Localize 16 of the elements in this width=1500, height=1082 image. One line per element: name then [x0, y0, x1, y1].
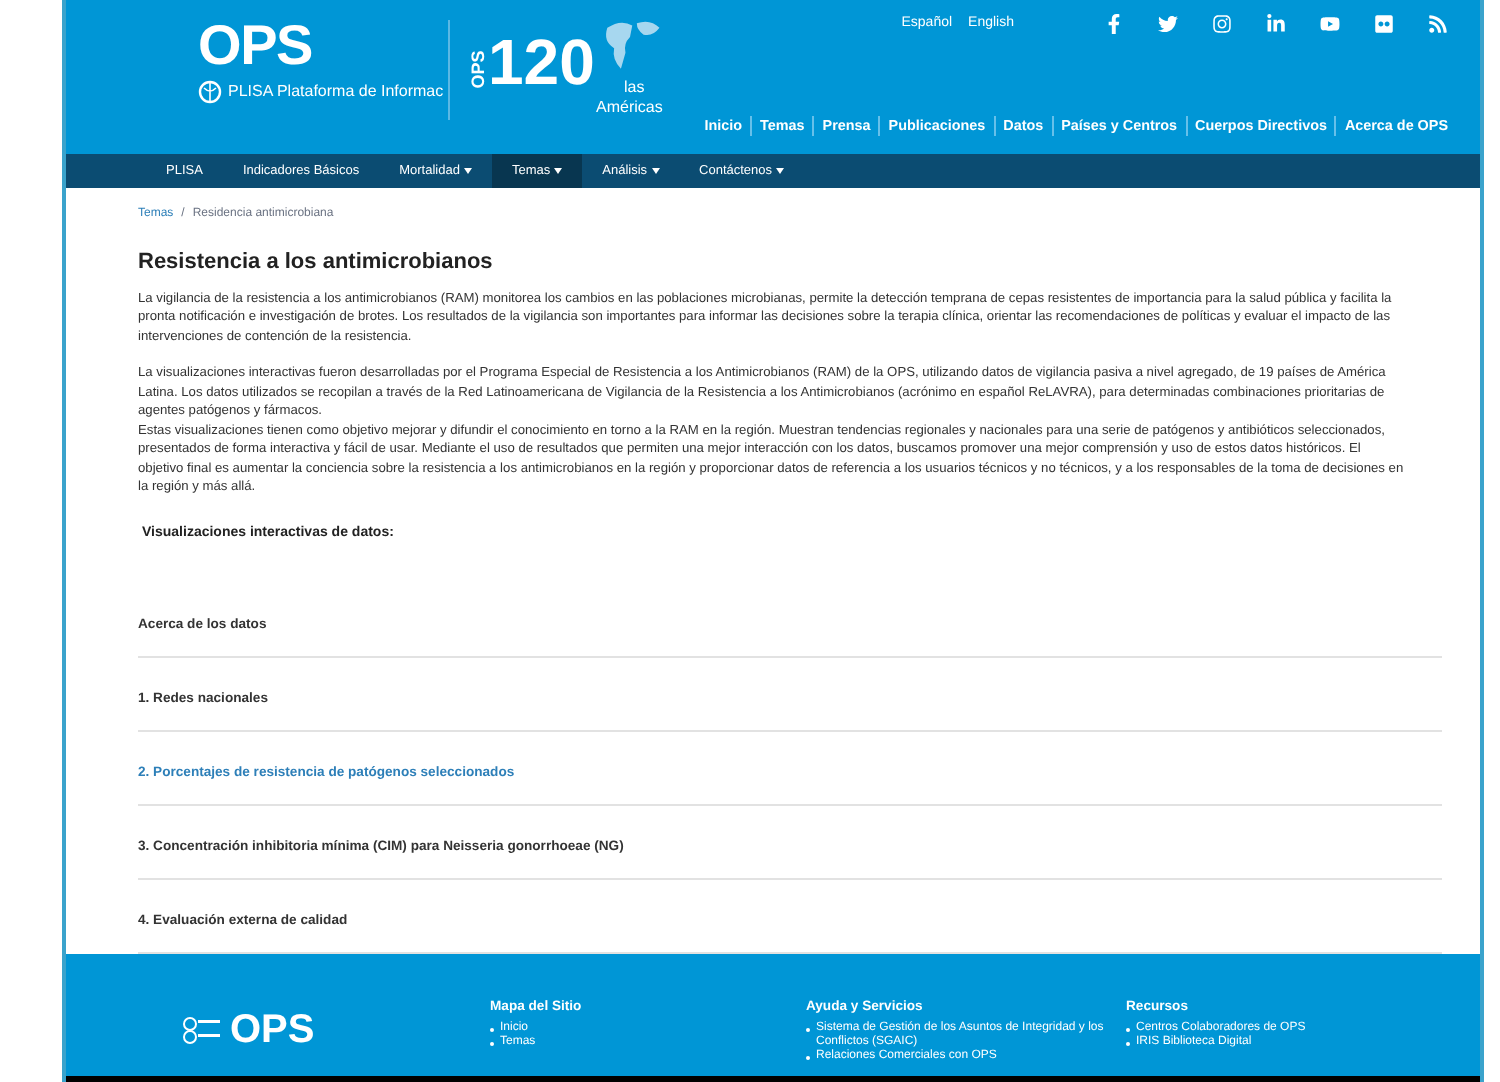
footer-logo: OPS — [230, 1010, 315, 1051]
linkedin-icon[interactable] — [1266, 14, 1286, 35]
flickr-icon[interactable] — [1374, 14, 1394, 35]
rss-icon[interactable] — [1428, 14, 1448, 35]
organization-emblem-icon — [182, 1016, 222, 1045]
anniversary-label: OPS — [465, 50, 490, 89]
facebook-icon[interactable] — [1104, 14, 1124, 35]
anniversary-number: 120 — [488, 28, 595, 96]
instagram-icon[interactable] — [1212, 14, 1232, 35]
twitter-icon[interactable] — [1158, 14, 1178, 35]
page-title: Resistencia a los antimicrobianos — [138, 248, 495, 279]
platform-title-end: las — [624, 78, 645, 96]
youtube-icon[interactable] — [1320, 14, 1340, 35]
platform-title-end: Américas — [596, 98, 663, 116]
ops-logo[interactable]: OPS — [198, 16, 313, 76]
platform-title: PLISA Plataforma de Informac — [228, 80, 444, 104]
